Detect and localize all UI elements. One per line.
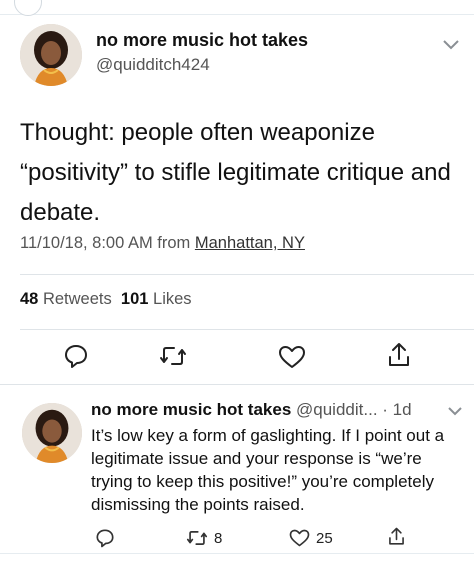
reply-header: no more music hot takes @quiddit... · 1d <box>91 400 412 420</box>
reply-icon <box>65 345 87 368</box>
divider <box>20 274 474 275</box>
tweet-date: 11/10/18, 8:00 AM from <box>20 234 195 252</box>
retweet-icon <box>186 531 208 545</box>
divider <box>20 329 474 330</box>
share-icon <box>389 343 409 366</box>
reply-text: It’s low key a form of gaslighting. If I… <box>91 426 445 514</box>
divider <box>0 384 474 385</box>
retweet-button[interactable] <box>159 343 187 369</box>
heart-icon <box>279 346 305 368</box>
previous-avatar-edge <box>14 0 42 16</box>
reply-reply-button[interactable] <box>95 528 115 548</box>
like-button[interactable] <box>278 344 306 370</box>
chevron-down-icon[interactable] <box>442 38 460 56</box>
retweet-icon <box>160 347 186 365</box>
user-handle[interactable]: @quidditch424 <box>96 55 210 75</box>
reply-like-button[interactable]: 25 <box>289 528 333 548</box>
heart-icon <box>289 529 310 547</box>
reply-button[interactable] <box>63 343 89 369</box>
reply-chevron-down-icon[interactable] <box>447 404 463 422</box>
reply-retweet-count: 8 <box>214 529 223 547</box>
reply-like-count: 25 <box>316 529 333 547</box>
share-icon <box>389 527 404 545</box>
like-count[interactable]: 101 <box>121 290 149 308</box>
previous-tweet-edge <box>0 0 474 16</box>
avatar[interactable] <box>20 24 82 86</box>
engagement-stats: 48 Retweets 101 Likes <box>20 290 192 309</box>
tweet-timestamp: 11/10/18, 8:00 AM from Manhattan, NY <box>20 234 305 253</box>
share-button[interactable] <box>386 341 412 369</box>
tweet-text: Thought: people often weaponize “positiv… <box>20 119 451 226</box>
bottom-divider <box>0 553 474 554</box>
reply-age: · 1d <box>382 400 412 419</box>
reply-handle[interactable]: @quiddit... <box>296 400 378 419</box>
reply-avatar[interactable] <box>22 403 82 463</box>
reply-icon <box>96 529 114 548</box>
reply-display-name[interactable]: no more music hot takes <box>91 400 291 419</box>
reply-retweet-button[interactable]: 8 <box>186 528 222 548</box>
retweet-count[interactable]: 48 <box>20 290 38 308</box>
like-label[interactable]: Likes <box>153 290 192 308</box>
reply-share-button[interactable] <box>387 526 406 547</box>
display-name[interactable]: no more music hot takes <box>96 30 308 51</box>
location-link[interactable]: Manhattan, NY <box>195 234 305 252</box>
retweet-label[interactable]: Retweets <box>43 290 112 308</box>
